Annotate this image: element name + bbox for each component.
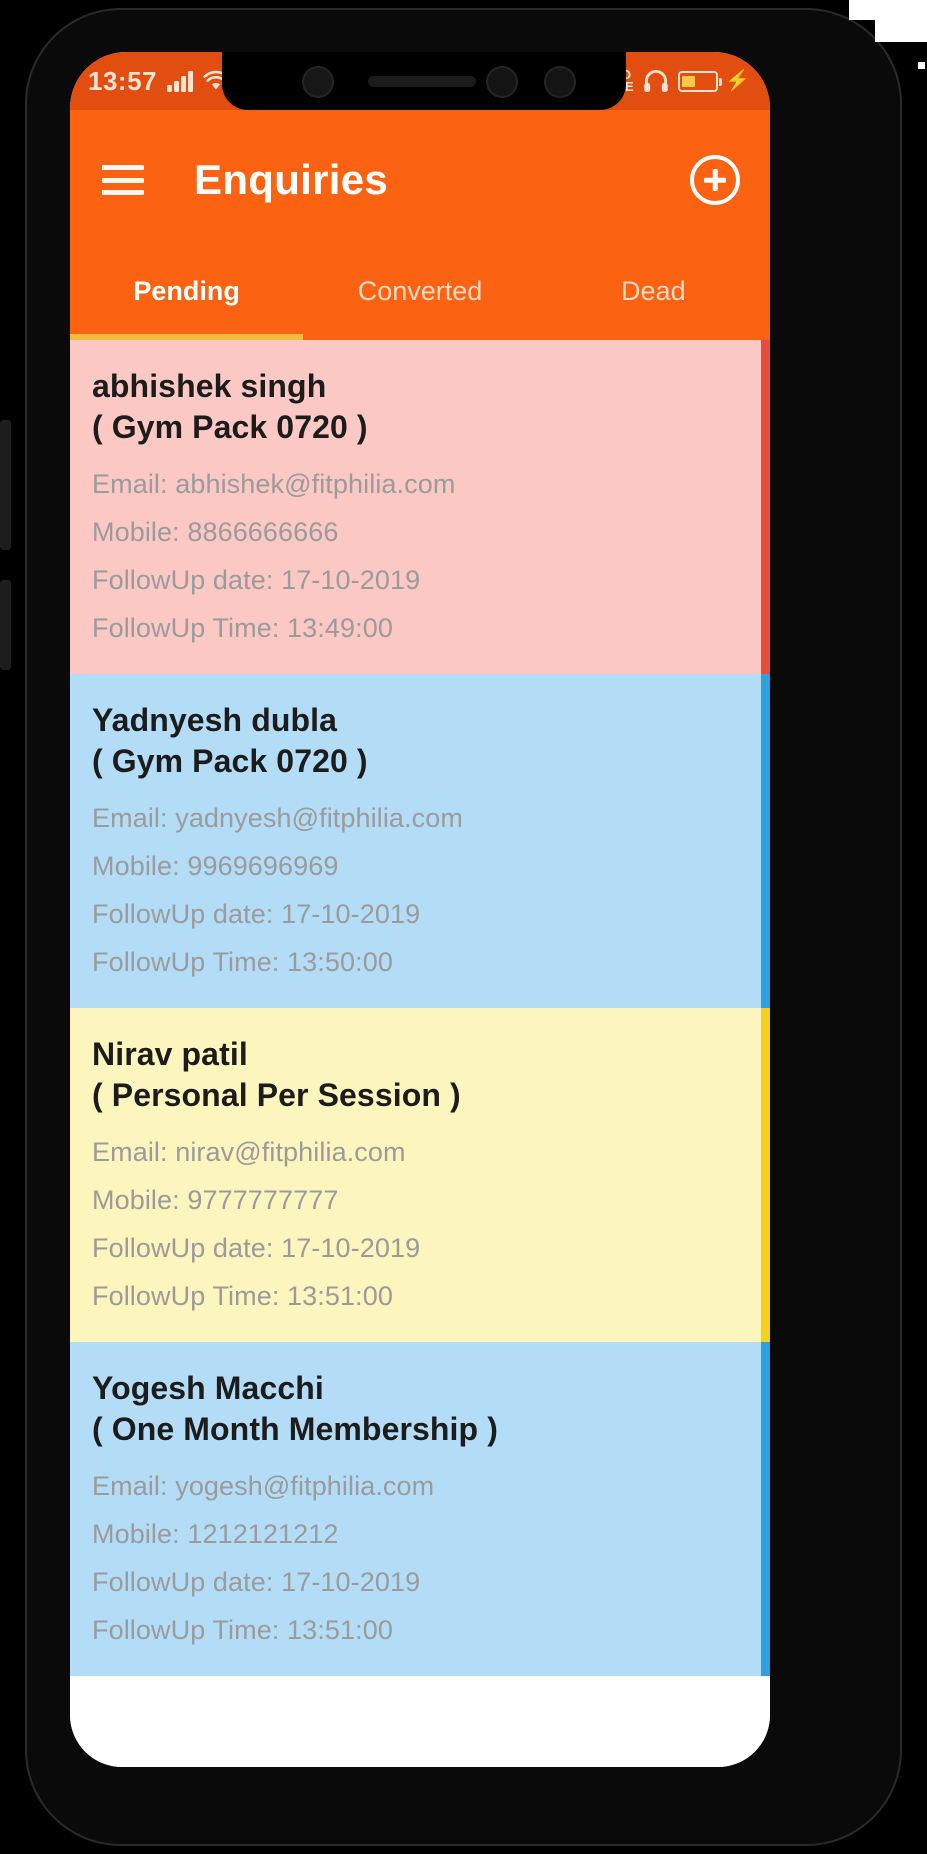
charging-bolt-icon: ⚡ (725, 70, 750, 92)
enquiry-name: abhishek singh (92, 368, 327, 404)
enquiry-followup-date: FollowUp date: 17-10-2019 (92, 565, 421, 595)
status-accent-bar (761, 340, 770, 675)
battery-icon (678, 70, 723, 92)
enquiry-mobile: Mobile: 9777777777 (92, 1185, 339, 1216)
signal-bars-icon (167, 70, 193, 92)
status-accent-bar (761, 1008, 770, 1343)
enquiry-followup-time: FollowUp Time: 13:50:00 (92, 947, 393, 978)
enquiry-followup-time: FollowUp Time: 13:51:00 (92, 1615, 393, 1646)
page-title: Enquiries (194, 156, 389, 203)
volume-button[interactable] (0, 420, 11, 550)
add-circle-icon[interactable] (690, 155, 740, 205)
app-bar: Enquiries (70, 110, 770, 250)
enquiry-card[interactable]: abhishek singh ( Gym Pack 0720 ) Email: … (70, 340, 770, 675)
enquiry-card[interactable]: Nirav patil ( Personal Per Session ) Ema… (70, 1008, 770, 1343)
phone-body: 13:57 VO LTE (25, 8, 902, 1846)
enquiry-followup-time: FollowUp Time: 13:49:00 (92, 613, 393, 644)
tab-dead[interactable]: Dead (537, 250, 770, 340)
enquiry-name: Yogesh Macchi (92, 1370, 324, 1407)
status-bar-left: 13:57 (88, 68, 229, 94)
phone-notch (222, 52, 626, 110)
capture-artifact-corner (875, 0, 927, 42)
tab-converted[interactable]: Converted (303, 250, 536, 340)
enquiry-followup-date: FollowUp date: 17-10-2019 (92, 1233, 421, 1264)
enquiry-followup-time: FollowUp Time: 13:51:00 (92, 1281, 393, 1312)
enquiry-package: ( One Month Membership ) (92, 1411, 498, 1448)
status-accent-bar (761, 674, 770, 1009)
enquiry-mobile: Mobile: 1212121212 (92, 1519, 339, 1550)
battery-fill (682, 75, 696, 87)
earpiece-speaker (368, 76, 476, 87)
tab-pending[interactable]: Pending (70, 250, 304, 340)
status-accent-bar (761, 1342, 770, 1677)
phone-screenshot-page: 13:57 VO LTE (0, 0, 927, 1854)
enquiry-followup-date: FollowUp date: 17-10-2019 (92, 899, 421, 930)
enquiry-mobile: Mobile: 9969696969 (92, 851, 339, 882)
enquiry-name: Nirav patil (92, 1036, 248, 1073)
enquiry-email: Email: abhishek@fitphilia.com (92, 468, 456, 499)
tab-bar: Pending Converted Dead (70, 250, 770, 340)
tab-converted-label: Converted (357, 276, 483, 306)
power-button[interactable] (0, 580, 11, 670)
phone-screen: 13:57 VO LTE (70, 52, 770, 1767)
enquiry-card[interactable]: Yogesh Macchi ( One Month Membership ) E… (70, 1342, 770, 1677)
enquiry-email: Email: yogesh@fitphilia.com (92, 1471, 435, 1502)
proximity-sensor-icon (544, 66, 576, 98)
tab-pending-label: Pending (133, 276, 240, 306)
enquiry-email: Email: yadnyesh@fitphilia.com (92, 803, 463, 833)
enquiry-package: ( Personal Per Session ) (92, 1077, 461, 1114)
tab-dead-label: Dead (621, 276, 686, 306)
hamburger-menu-icon[interactable] (102, 165, 144, 195)
enquiry-card[interactable]: Yadnyesh dubla ( Gym Pack 0720 ) Email: … (70, 674, 770, 1009)
enquiry-followup-date: FollowUp date: 17-10-2019 (92, 1567, 421, 1598)
enquiry-list[interactable]: abhishek singh ( Gym Pack 0720 ) Email: … (70, 340, 770, 1767)
status-bar-right: VO LTE ⚡ (609, 68, 752, 93)
capture-artifact-corner-2 (849, 0, 875, 20)
enquiry-package: ( Gym Pack 0720 ) (92, 743, 368, 780)
front-camera-icon (302, 66, 334, 98)
capture-artifact-dot (918, 62, 925, 69)
status-time: 13:57 (88, 66, 157, 96)
enquiry-mobile: Mobile: 8866666666 (92, 516, 339, 547)
headphones-icon (643, 69, 669, 93)
enquiry-name: Yadnyesh dubla (92, 702, 338, 739)
enquiry-package: ( Gym Pack 0720 ) (92, 408, 368, 445)
sensor-icon (486, 66, 518, 98)
enquiry-email: Email: nirav@fitphilia.com (92, 1137, 406, 1168)
